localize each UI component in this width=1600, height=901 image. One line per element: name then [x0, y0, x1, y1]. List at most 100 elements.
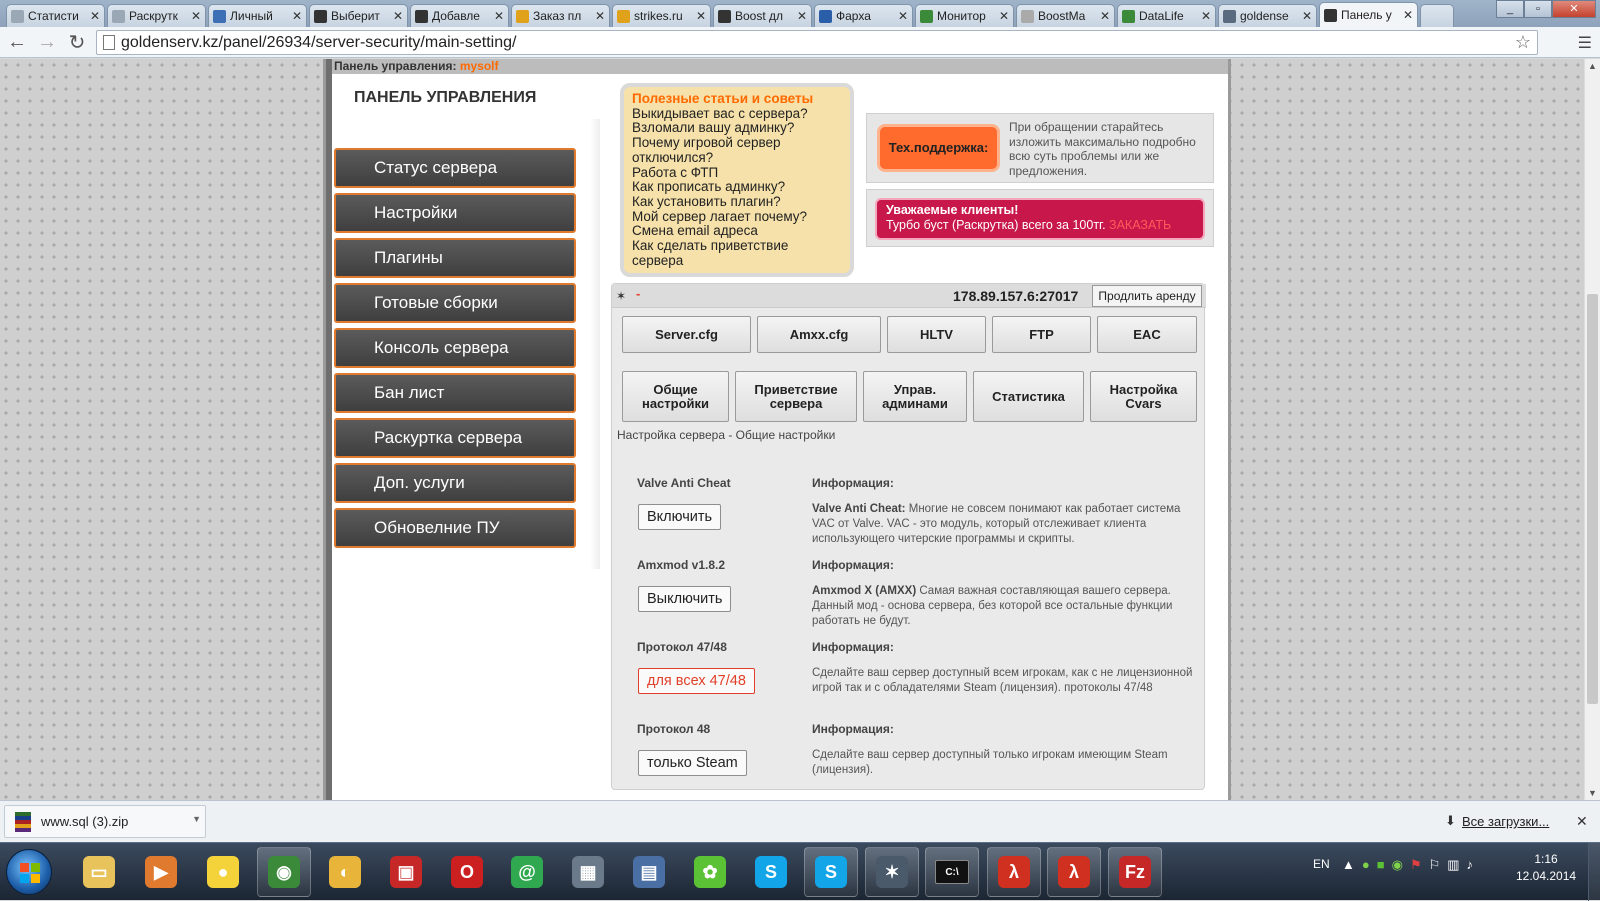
tab-close-icon[interactable]: ✕ [797, 9, 807, 23]
network-icon[interactable]: ▥ [1447, 857, 1459, 873]
tab-close-icon[interactable]: ✕ [1201, 9, 1211, 23]
show-hidden-icon[interactable]: ▲ [1342, 857, 1355, 873]
tab-close-icon[interactable]: ✕ [1302, 9, 1312, 23]
browser-tab[interactable]: Заказ пл ✕ [511, 4, 610, 27]
taskbar-app[interactable]: ▣ [379, 847, 433, 897]
scroll-up-icon[interactable]: ▲ [1588, 61, 1597, 71]
menu-item[interactable]: Плагины [334, 238, 576, 278]
close-shelf-icon[interactable]: ✕ [1576, 813, 1588, 830]
taskbar-app[interactable]: ▭ [72, 847, 126, 897]
address-bar[interactable]: goldenserv.kz/panel/26934/server-securit… [96, 30, 1538, 55]
tip-link[interactable]: Выкидывает вас с сервера? [632, 106, 842, 122]
tab-close-icon[interactable]: ✕ [595, 9, 605, 23]
menu-item[interactable]: Статус сервера [334, 148, 576, 188]
browser-tab[interactable]: Статисти ✕ [6, 4, 105, 27]
taskbar-app[interactable]: ✶ [865, 847, 919, 897]
menu-item[interactable]: Консоль сервера [334, 328, 576, 368]
setting-toggle-button[interactable]: для всех 47/48 [638, 668, 755, 694]
menu-item[interactable]: Готовые сборки [334, 283, 576, 323]
tab-close-icon[interactable]: ✕ [898, 9, 908, 23]
setting-toggle-button[interactable]: Включить [638, 504, 722, 530]
taskbar-app[interactable]: ✿ [683, 847, 737, 897]
section-button[interactable]: Общие настройки [622, 371, 729, 422]
menu-item[interactable]: Обновелние ПУ [334, 508, 576, 548]
tab-close-icon[interactable]: ✕ [494, 9, 504, 23]
section-button[interactable]: Настройка Cvars [1090, 371, 1197, 422]
tip-link[interactable]: Мой сервер лагает почему? [632, 209, 842, 225]
file-button[interactable]: Amxx.cfg [757, 316, 881, 353]
file-button[interactable]: HLTV [887, 316, 986, 353]
file-button[interactable]: FTP [992, 316, 1091, 353]
language-indicator[interactable]: EN [1313, 857, 1330, 871]
tab-close-icon[interactable]: ✕ [90, 9, 100, 23]
topbar-username[interactable]: mysolf [460, 59, 499, 73]
tab-close-icon[interactable]: ✕ [292, 9, 302, 23]
tab-close-icon[interactable]: ✕ [191, 9, 201, 23]
maximize-button[interactable]: ▫ [1524, 0, 1552, 18]
tab-close-icon[interactable]: ✕ [696, 9, 706, 23]
chrome-menu-icon[interactable]: ☰ [1578, 33, 1592, 53]
start-button[interactable] [6, 849, 52, 895]
browser-tab[interactable]: Выберит ✕ [309, 4, 408, 27]
order-link[interactable]: ЗАКАЗАТЬ [1109, 218, 1171, 232]
support-button[interactable]: Тех.поддержка: [877, 124, 1000, 172]
taskbar-app[interactable]: ● [196, 847, 250, 897]
forward-button[interactable]: → [34, 29, 60, 55]
taskbar-app[interactable]: @ [500, 847, 554, 897]
taskbar-app[interactable]: C:\ [925, 847, 979, 897]
tray-app-icon[interactable]: ● [1362, 857, 1370, 873]
menu-item[interactable]: Бан лист [334, 373, 576, 413]
taskbar-app[interactable]: ▶ [134, 847, 188, 897]
download-menu-caret-icon[interactable]: ▼ [192, 814, 201, 824]
section-button[interactable]: Статистика [973, 371, 1084, 422]
section-button[interactable]: Управ. админами [863, 371, 967, 422]
menu-item[interactable]: Раскуртка сервера [334, 418, 576, 458]
tray-chat-icon[interactable]: ■ [1377, 857, 1385, 873]
setting-toggle-button[interactable]: Выключить [638, 586, 732, 612]
tip-link[interactable]: Работа с ФТП [632, 165, 842, 181]
menu-item[interactable]: Доп. услуги [334, 463, 576, 503]
tip-link[interactable]: Почему игровой сервер отключился? [632, 135, 842, 165]
taskbar-app[interactable]: ▦ [561, 847, 615, 897]
browser-tab[interactable]: Раскрутк ✕ [107, 4, 206, 27]
taskbar-app[interactable]: ▤ [622, 847, 676, 897]
show-desktop-button[interactable] [1588, 843, 1600, 901]
back-button[interactable]: ← [4, 29, 30, 55]
taskbar-app[interactable]: λ [987, 847, 1041, 897]
taskbar-app[interactable]: S [744, 847, 798, 897]
tab-close-icon[interactable]: ✕ [1403, 8, 1413, 22]
tray-flag-icon[interactable]: ⚑ [1410, 857, 1422, 873]
file-button[interactable]: Server.cfg [622, 316, 751, 353]
bookmark-star-icon[interactable]: ☆ [1515, 32, 1531, 53]
browser-tab[interactable]: Монитор ✕ [915, 4, 1014, 27]
tray-eye-icon[interactable]: ◉ [1392, 857, 1403, 873]
file-button[interactable]: EAC [1097, 316, 1197, 353]
volume-icon[interactable]: ♪ [1467, 857, 1474, 873]
minimize-button[interactable]: _ [1496, 0, 1524, 18]
reload-button[interactable]: ↻ [64, 29, 90, 55]
setting-toggle-button[interactable]: только Steam [638, 750, 747, 776]
browser-tab[interactable]: Фарха ✕ [814, 4, 913, 27]
all-downloads-link[interactable]: Все загрузки... [1462, 814, 1549, 829]
tab-close-icon[interactable]: ✕ [1100, 9, 1110, 23]
page-scrollbar[interactable]: ▲ ▼ [1584, 59, 1600, 800]
tip-link[interactable]: Как установить плагин? [632, 194, 842, 210]
new-tab-button[interactable] [1420, 4, 1454, 27]
action-center-icon[interactable]: ⚐ [1429, 857, 1441, 873]
tip-link[interactable]: Как сделать приветствие сервера [632, 238, 842, 268]
browser-tab[interactable]: strikes.ru ✕ [612, 4, 711, 27]
tip-link[interactable]: Взломали вашу админку? [632, 121, 842, 136]
taskbar-app[interactable]: S [804, 847, 858, 897]
tip-link[interactable]: Как прописать админку? [632, 180, 842, 195]
taskbar-app[interactable]: O [440, 847, 494, 897]
scrollbar-thumb[interactable] [1587, 294, 1598, 704]
tip-link[interactable]: Смена email адреса [632, 224, 842, 239]
tab-close-icon[interactable]: ✕ [999, 9, 1009, 23]
menu-item[interactable]: Настройки [334, 193, 576, 233]
clock[interactable]: 1:16 12.04.2014 [1516, 851, 1576, 885]
download-item[interactable]: www.sql (3).zip ▼ [4, 805, 206, 838]
browser-tab[interactable]: DataLife ✕ [1117, 4, 1216, 27]
browser-tab[interactable]: goldense ✕ [1218, 4, 1317, 27]
window-close-button[interactable]: ✕ [1552, 0, 1596, 18]
taskbar-app[interactable]: Fz [1108, 847, 1162, 897]
